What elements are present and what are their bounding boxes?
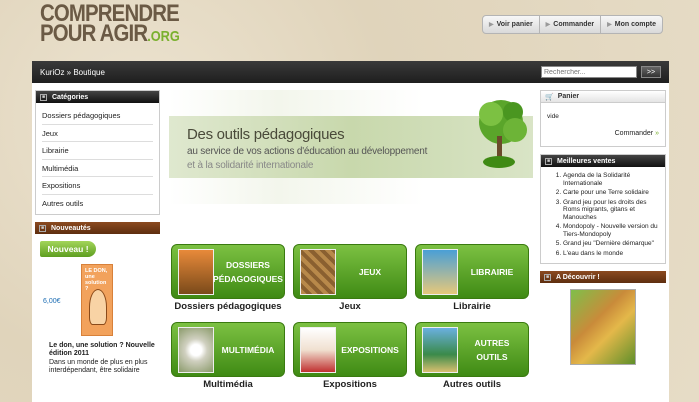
- tile-jeux-label: JEUX: [358, 266, 382, 277]
- main-container: KuriOz » Boutique >> ■Catégories Dossier…: [32, 61, 669, 402]
- bestseller-item[interactable]: Agenda de la Solidarité Internationale: [563, 172, 659, 187]
- tree-globe-icon: [479, 100, 527, 168]
- tile-multimedia[interactable]: MULTIMÉDIA: [171, 322, 285, 377]
- cart-status: vide: [547, 113, 559, 120]
- tile-expositions-label: EXPOSITIONS: [341, 344, 399, 355]
- square-icon: ■: [544, 273, 551, 281]
- tile-dossiers-label: DOSSIERS PÉDAGOGIQUES: [213, 259, 283, 284]
- arrow-icon: ▶: [545, 22, 551, 28]
- cart-header: 🛒 Panier: [541, 91, 665, 103]
- hero-banner[interactable]: Des outils pédagogiques au service de vo…: [169, 90, 533, 204]
- square-icon: ■: [40, 93, 47, 101]
- cart-icon: 🛒: [545, 93, 554, 101]
- jeux-image: [300, 249, 336, 295]
- caption-dossiers[interactable]: Dossiers pédagogiques: [168, 301, 288, 312]
- category-expositions[interactable]: Expositions: [42, 177, 153, 195]
- bestseller-item[interactable]: Mondopoly - Nouvelle version du Tiers-Mo…: [563, 223, 659, 238]
- tile-autres[interactable]: AUTRES OUTILS: [415, 322, 529, 377]
- logo-org: .ORG: [147, 28, 180, 45]
- dossiers-image: [178, 249, 214, 295]
- search-input[interactable]: [541, 66, 637, 78]
- categories-box: ■ Catégories Dossiers pédagogiques Jeux L…: [35, 90, 160, 215]
- tile-librairie[interactable]: LIBRAIRIE: [415, 244, 529, 299]
- tile-multimedia-label: MULTIMÉDIA: [221, 344, 275, 355]
- autres-image: [422, 327, 458, 373]
- cart-order-link[interactable]: Commander »: [615, 130, 659, 137]
- product-title[interactable]: Le don, une solution ? Nouvelle édition …: [49, 342, 157, 358]
- bestseller-item[interactable]: Grand jeu pour les droits des Roms migra…: [563, 199, 659, 222]
- caption-expositions[interactable]: Expositions: [290, 379, 410, 390]
- product-price: 6,00€: [43, 298, 61, 305]
- double-arrow-icon: »: [655, 130, 659, 137]
- top-nav: ▶ Voir panier ▶ Commander ▶ Mon compte: [482, 15, 663, 34]
- expositions-image: [300, 327, 336, 373]
- product-description: Dans un monde de plus en plus interdépen…: [49, 359, 148, 374]
- discover-box: ■ A Découvrir !: [540, 271, 666, 365]
- tile-expositions[interactable]: EXPOSITIONS: [293, 322, 407, 377]
- tile-jeux[interactable]: JEUX: [293, 244, 407, 299]
- cart-box: 🛒 Panier vide Commander »: [540, 90, 666, 147]
- category-multimedia[interactable]: Multimédia: [42, 160, 153, 177]
- category-jeux[interactable]: Jeux: [42, 125, 153, 142]
- nouveautes-header: ■ Nouveautés: [35, 222, 160, 234]
- arrow-icon: ▶: [607, 22, 612, 28]
- square-icon: ■: [39, 224, 46, 232]
- my-account-button[interactable]: ▶ Mon compte: [601, 16, 662, 33]
- arrow-icon: ▶: [489, 22, 494, 28]
- tile-dossiers[interactable]: DOSSIERS PÉDAGOGIQUES: [171, 244, 285, 299]
- breadcrumb[interactable]: KuriOz » Boutique: [40, 68, 541, 77]
- categories-header: ■ Catégories: [36, 91, 159, 103]
- discover-image[interactable]: [570, 289, 636, 365]
- right-column: 🛒 Panier vide Commander » ■ Meilleures ven…: [540, 90, 666, 368]
- category-librairie[interactable]: Librairie: [42, 142, 153, 160]
- caption-librairie[interactable]: Librairie: [412, 301, 532, 312]
- square-icon: ■: [545, 157, 552, 165]
- view-cart-button[interactable]: ▶ Voir panier: [483, 16, 540, 33]
- bestsellers-box: ■Meilleures ventes Agenda de la Solidari…: [540, 154, 666, 264]
- nouveautes-box: ■ Nouveautés Nouveau ! 6,00€ LE DON, une …: [35, 222, 160, 374]
- discover-header: ■ A Découvrir !: [540, 271, 666, 283]
- bestsellers-header: ■ Meilleures ventes: [541, 155, 665, 167]
- site-logo[interactable]: COMPRENDRE POUR AGIR.ORG: [40, 2, 204, 47]
- search-button[interactable]: >>: [641, 66, 661, 78]
- tile-librairie-label: LIBRAIRIE: [470, 266, 514, 277]
- caption-multimedia[interactable]: Multimédia: [168, 379, 288, 390]
- category-dossiers[interactable]: Dossiers pédagogiques: [42, 107, 153, 125]
- book-cover-image[interactable]: LE DON, une solution ?: [81, 264, 113, 336]
- multimedia-image: [178, 327, 214, 373]
- category-autres[interactable]: Autres outils: [42, 195, 153, 213]
- bestseller-item[interactable]: Grand jeu "Dernière démarque": [563, 240, 659, 248]
- new-ribbon: Nouveau !: [40, 241, 96, 257]
- logo-line2: POUR AGIR.ORG: [40, 20, 180, 47]
- banner-subtitle: au service de vos actions d'éducation au…: [187, 146, 428, 157]
- banner-title: Des outils pédagogiques: [187, 126, 345, 143]
- categories-list: Dossiers pédagogiques Jeux Librairie Mul…: [36, 103, 159, 214]
- figure-illustration: [89, 289, 107, 325]
- banner-subtitle2: et à la solidarité internationale: [187, 160, 314, 171]
- order-button[interactable]: ▶ Commander: [540, 16, 602, 33]
- left-column: ■ Catégories Dossiers pédagogiques Jeux L…: [35, 90, 160, 381]
- bestseller-item[interactable]: L'eau dans le monde: [563, 250, 659, 258]
- caption-jeux[interactable]: Jeux: [290, 301, 410, 312]
- caption-autres[interactable]: Autres outils: [412, 379, 532, 390]
- tile-autres-label: AUTRES OUTILS: [474, 337, 510, 362]
- librairie-image: [422, 249, 458, 295]
- nouveautes-content: Nouveau ! 6,00€ LE DON, une solution ? L…: [35, 234, 160, 374]
- bestseller-item[interactable]: Carte pour une Terre solidaire: [563, 189, 659, 197]
- bestsellers-list: Agenda de la Solidarité Internationale C…: [541, 167, 665, 263]
- top-bar: KuriOz » Boutique >>: [32, 61, 669, 83]
